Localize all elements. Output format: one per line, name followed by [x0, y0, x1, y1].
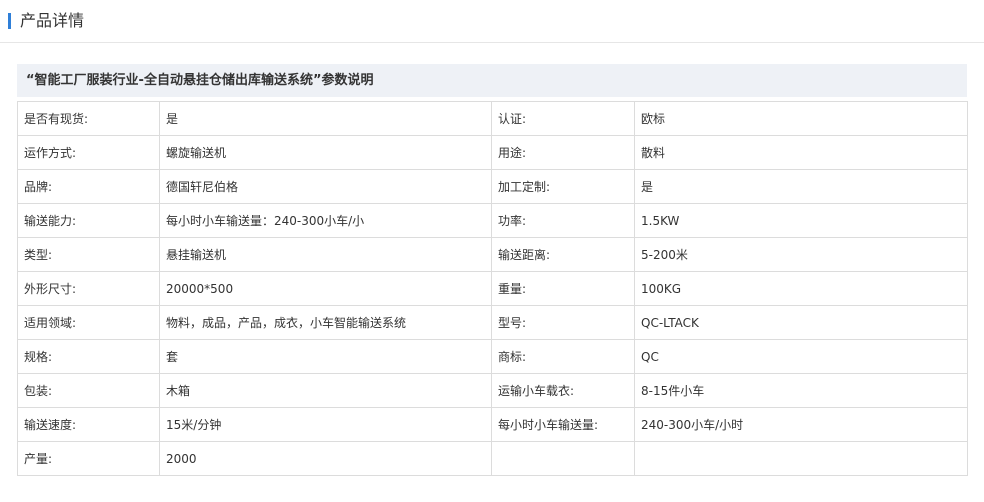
param-value: 240-300小车/小时 [634, 407, 968, 442]
param-value: 欧标 [634, 101, 968, 136]
param-label: 每小时小车输送量: [491, 407, 635, 442]
param-value: 是 [159, 101, 492, 136]
param-value: 100KG [634, 271, 968, 306]
table-row: 外形尺寸: 20000*500 重量: 100KG [17, 271, 968, 306]
param-label: 规格: [17, 339, 160, 374]
param-value: 每小时小车输送量：240-300小车/小 [159, 203, 492, 238]
param-label: 输送距离: [491, 237, 635, 272]
param-label: 运作方式: [17, 135, 160, 170]
table-row: 输送速度: 15米/分钟 每小时小车输送量: 240-300小车/小时 [17, 407, 968, 442]
param-label: 产量: [17, 441, 160, 476]
param-value: 德国轩尼伯格 [159, 169, 492, 204]
table-row: 是否有现货: 是 认证: 欧标 [17, 101, 968, 136]
table-row: 产量: 2000 [17, 441, 968, 476]
param-value: 物料，成品，产品，成衣，小车智能输送系统 [159, 305, 492, 340]
param-label: 品牌: [17, 169, 160, 204]
param-label: 认证: [491, 101, 635, 136]
param-label: 重量: [491, 271, 635, 306]
param-value: QC-LTACK [634, 305, 968, 340]
param-label: 型号: [491, 305, 635, 340]
param-value: 1.5KW [634, 203, 968, 238]
param-label: 输送速度: [17, 407, 160, 442]
param-label: 包装: [17, 373, 160, 408]
param-label: 运输小车载衣: [491, 373, 635, 408]
param-label: 加工定制: [491, 169, 635, 204]
param-value: 2000 [159, 441, 492, 476]
param-value: 是 [634, 169, 968, 204]
param-value: 套 [159, 339, 492, 374]
param-value: 15米/分钟 [159, 407, 492, 442]
section-title: 产品详情 [20, 11, 85, 30]
param-label: 外形尺寸: [17, 271, 160, 306]
table-row: 品牌: 德国轩尼伯格 加工定制: 是 [17, 169, 968, 204]
table-row: 包装: 木箱 运输小车载衣: 8-15件小车 [17, 373, 968, 408]
param-label: 商标: [491, 339, 635, 374]
param-label [491, 441, 635, 476]
param-value: 散料 [634, 135, 968, 170]
param-table: 是否有现货: 是 认证: 欧标 运作方式: 螺旋输送机 用途: 散料 品牌: 德… [17, 101, 968, 476]
table-row: 类型: 悬挂输送机 输送距离: 5-200米 [17, 237, 968, 272]
param-label: 适用领域: [17, 305, 160, 340]
param-label: 是否有现货: [17, 101, 160, 136]
param-value: 8-15件小车 [634, 373, 968, 408]
param-value [634, 441, 968, 476]
table-row: 规格: 套 商标: QC [17, 339, 968, 374]
param-value: 螺旋输送机 [159, 135, 492, 170]
param-title: “智能工厂服装行业-全自动悬挂仓储出库输送系统”参数说明 [26, 73, 374, 88]
param-value: 5-200米 [634, 237, 968, 272]
param-value: 20000*500 [159, 271, 492, 306]
param-value: QC [634, 339, 968, 374]
table-row: 输送能力: 每小时小车输送量：240-300小车/小 功率: 1.5KW [17, 203, 968, 238]
param-label: 类型: [17, 237, 160, 272]
product-detail-page: 产品详情 “智能工厂服装行业-全自动悬挂仓储出库输送系统”参数说明 是否有现货:… [0, 0, 984, 502]
section-header: 产品详情 [0, 0, 984, 43]
param-value: 木箱 [159, 373, 492, 408]
param-label: 输送能力: [17, 203, 160, 238]
table-row: 适用领域: 物料，成品，产品，成衣，小车智能输送系统 型号: QC-LTACK [17, 305, 968, 340]
section-accent-bar [8, 13, 11, 29]
param-title-box: “智能工厂服装行业-全自动悬挂仓储出库输送系统”参数说明 [17, 64, 967, 97]
param-label: 功率: [491, 203, 635, 238]
table-row: 运作方式: 螺旋输送机 用途: 散料 [17, 135, 968, 170]
param-value: 悬挂输送机 [159, 237, 492, 272]
param-label: 用途: [491, 135, 635, 170]
